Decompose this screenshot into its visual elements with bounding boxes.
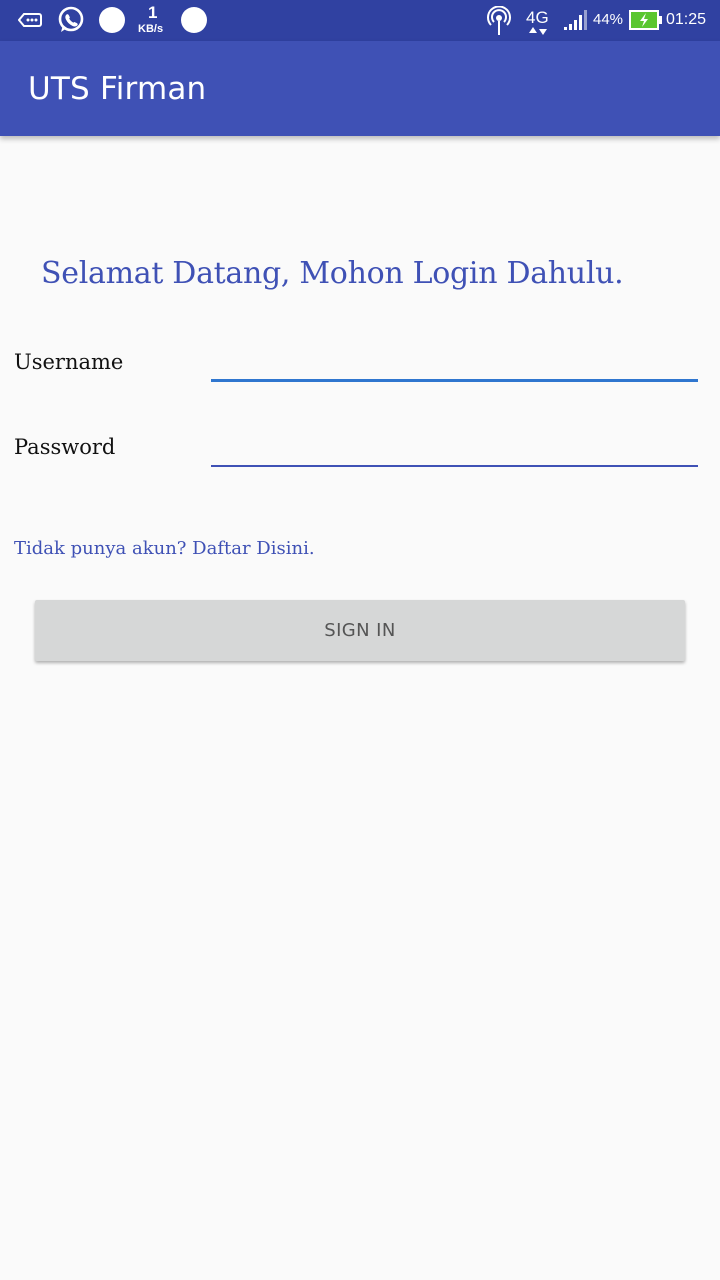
welcome-heading: Selamat Datang, Mohon Login Dahulu. [41,256,624,291]
register-link[interactable]: Tidak punya akun? Daftar Disini. [14,538,315,559]
network-speed-value: 1 [148,3,158,22]
password-input[interactable] [211,427,698,467]
clock: 01:25 [666,11,707,28]
data-arrows-icon [529,27,547,35]
password-label: Password [14,435,116,459]
battery-charging-icon [629,10,663,30]
hotspot-icon [486,6,512,36]
signal-icon [563,10,589,30]
voicemail-icon [18,11,42,29]
username-label: Username [14,350,124,374]
battery-percent: 44% [593,11,624,28]
app-title: UTS Firman [28,71,207,107]
network-type-label: 4G [526,8,549,27]
sign-in-button[interactable]: SIGN IN [35,600,685,661]
whatsapp-icon [56,5,86,35]
status-bar: 1 KB/s 4G 44% 01:25 [0,0,720,41]
username-input[interactable] [211,342,698,382]
notification-dot-icon [181,7,207,33]
notification-dot-icon [99,7,125,33]
network-speed-unit: KB/s [138,23,164,35]
app-bar: UTS Firman [0,41,720,136]
